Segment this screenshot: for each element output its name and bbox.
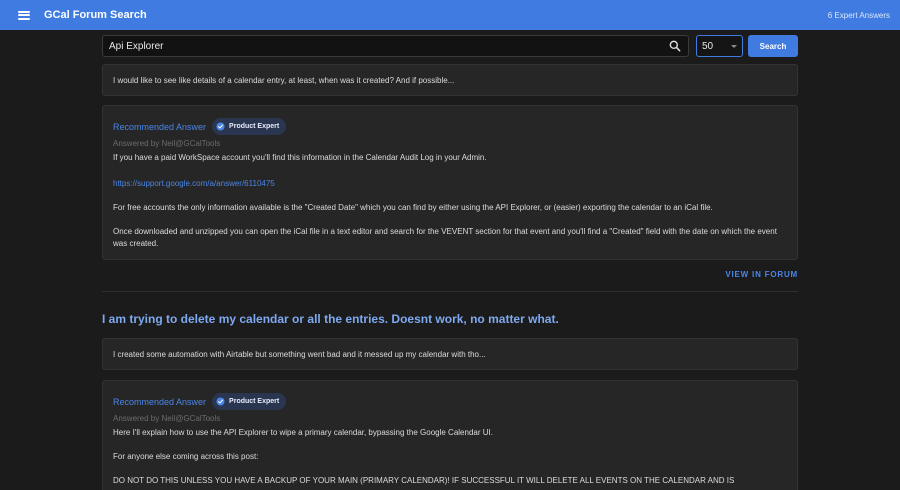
recommended-answer-header: Recommended Answer Product Expert [113,118,787,135]
result-count-select[interactable]: 50 [696,35,743,57]
question-text: I created some automation with Airtable … [113,349,486,359]
result-count-value: 50 [702,40,714,52]
answer-paragraph: Here I'll explain how to use the API Exp… [113,428,493,437]
search-icon[interactable] [668,39,682,53]
search-button[interactable]: Search [748,35,798,57]
badge-label: Product Expert [229,398,280,405]
badge-label: Product Expert [229,123,280,130]
recommended-answer-label: Recommended Answer [113,121,207,132]
verified-check-icon [216,122,225,131]
recommended-answer-header: Recommended Answer Product Expert [113,393,787,410]
question-text: I would like to see like details of a ca… [113,75,455,85]
answer-paragraph: If you have a paid WorkSpace account you… [113,153,487,162]
hamburger-menu-icon[interactable] [18,10,30,20]
view-in-forum-link[interactable]: VIEW IN FORUM [725,270,798,279]
search-field[interactable] [102,35,689,57]
app-bar: GCal Forum Search 6 Expert Answers [0,0,900,30]
product-expert-badge: Product Expert [212,118,287,135]
question-snippet[interactable]: I created some automation with Airtable … [102,338,798,370]
answer-paragraph: For anyone else coming across this post: [113,452,259,461]
chevron-down-icon [731,44,737,48]
answered-by: Answered by Neil@GCalTools [113,414,221,423]
question-snippet[interactable]: I would like to see like details of a ca… [102,64,798,96]
thread-divider [102,291,798,292]
answer-paragraph: For free accounts the only information a… [113,203,713,212]
product-expert-badge: Product Expert [212,393,287,410]
search-input[interactable] [109,40,668,52]
thread-title[interactable]: I am trying to delete my calendar or all… [102,312,798,326]
answered-by: Answered by Neil@GCalTools [113,139,221,148]
answer-paragraph: Once downloaded and unzipped you can ope… [113,227,777,248]
answer-paragraph: DO NOT DO THIS UNLESS YOU HAVE A BACKUP … [113,476,735,485]
expert-answers-count: 6 Expert Answers [827,10,890,20]
recommended-answer-label: Recommended Answer [113,396,207,407]
verified-check-icon [216,397,225,406]
answer-card: Recommended Answer Product Expert Answer… [102,380,798,490]
support-link[interactable]: https://support.google.com/a/answer/6110… [113,179,275,188]
answer-card: Recommended Answer Product Expert Answer… [102,105,798,260]
search-bar: 50 Search [0,30,900,62]
app-title: GCal Forum Search [44,9,147,21]
